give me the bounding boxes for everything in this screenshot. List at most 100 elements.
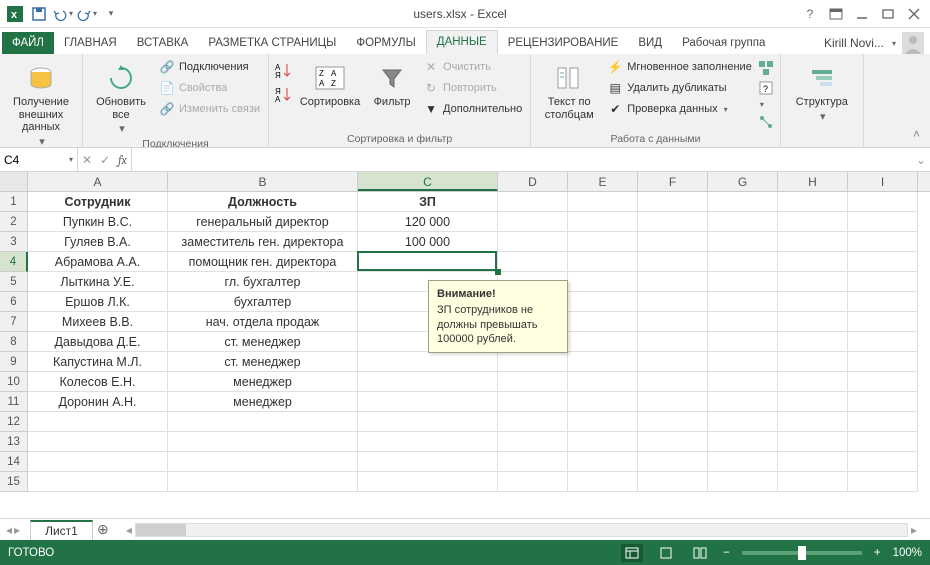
cancel-formula-icon[interactable]: ✕ <box>82 153 92 167</box>
help-icon[interactable]: ? <box>798 3 822 25</box>
cell-D10[interactable] <box>498 372 568 392</box>
cell-F4[interactable] <box>638 252 708 272</box>
cell-G13[interactable] <box>708 432 778 452</box>
zoom-slider[interactable] <box>742 551 862 555</box>
cell-D12[interactable] <box>498 412 568 432</box>
cell-A13[interactable] <box>28 432 168 452</box>
properties-button[interactable]: 📄Свойства <box>157 79 262 97</box>
expand-formula-bar-icon[interactable]: ⌄ <box>912 153 930 167</box>
col-header-F[interactable]: F <box>638 172 708 191</box>
sheet-nav-next-icon[interactable]: ▸ <box>14 523 20 537</box>
cell-B12[interactable] <box>168 412 358 432</box>
sort-desc-button[interactable]: ЯA <box>275 86 293 104</box>
cell-H1[interactable] <box>778 192 848 212</box>
cell-I15[interactable] <box>848 472 918 492</box>
cell-D9[interactable] <box>498 352 568 372</box>
cell-E1[interactable] <box>568 192 638 212</box>
cell-G6[interactable] <box>708 292 778 312</box>
cell-H12[interactable] <box>778 412 848 432</box>
cell-A5[interactable]: Лыткина У.Е. <box>28 272 168 292</box>
cell-G2[interactable] <box>708 212 778 232</box>
cell-F12[interactable] <box>638 412 708 432</box>
cell-D4[interactable] <box>498 252 568 272</box>
remove-duplicates-button[interactable]: ▤Удалить дубликаты <box>605 79 754 97</box>
cell-A15[interactable] <box>28 472 168 492</box>
name-box-dropdown-icon[interactable]: ▾ <box>69 155 73 164</box>
collapse-ribbon-icon[interactable]: ˄ <box>870 123 924 145</box>
col-header-G[interactable]: G <box>708 172 778 191</box>
cell-I7[interactable] <box>848 312 918 332</box>
cell-I12[interactable] <box>848 412 918 432</box>
cell-B13[interactable] <box>168 432 358 452</box>
row-header-9[interactable]: 9 <box>0 352 28 372</box>
row-header-10[interactable]: 10 <box>0 372 28 392</box>
cell-G7[interactable] <box>708 312 778 332</box>
cell-F6[interactable] <box>638 292 708 312</box>
tab-workgroup[interactable]: Рабочая группа <box>672 32 775 54</box>
cell-H8[interactable] <box>778 332 848 352</box>
cell-H15[interactable] <box>778 472 848 492</box>
sheet-nav-prev-icon[interactable]: ◂ <box>6 523 12 537</box>
row-header-4[interactable]: 4 <box>0 252 28 272</box>
view-normal-icon[interactable] <box>621 544 643 562</box>
cell-A4[interactable]: Абрамова А.А. <box>28 252 168 272</box>
col-header-B[interactable]: B <box>168 172 358 191</box>
cell-E13[interactable] <box>568 432 638 452</box>
cell-F13[interactable] <box>638 432 708 452</box>
cell-A8[interactable]: Давыдова Д.Е. <box>28 332 168 352</box>
cell-F3[interactable] <box>638 232 708 252</box>
cell-A7[interactable]: Михеев В.В. <box>28 312 168 332</box>
cell-B8[interactable]: ст. менеджер <box>168 332 358 352</box>
cell-F10[interactable] <box>638 372 708 392</box>
excel-logo-icon[interactable]: x <box>4 3 26 25</box>
consolidate-button[interactable] <box>758 60 774 76</box>
cell-C3[interactable]: 100 000 <box>358 232 498 252</box>
cell-B14[interactable] <box>168 452 358 472</box>
cell-C14[interactable] <box>358 452 498 472</box>
tab-insert[interactable]: ВСТАВКА <box>127 32 199 54</box>
clear-filter-button[interactable]: ✕Очистить <box>421 58 524 76</box>
cell-E10[interactable] <box>568 372 638 392</box>
cell-G9[interactable] <box>708 352 778 372</box>
cell-C15[interactable] <box>358 472 498 492</box>
row-header-8[interactable]: 8 <box>0 332 28 352</box>
cell-C12[interactable] <box>358 412 498 432</box>
select-all-corner[interactable] <box>0 172 28 191</box>
minimize-icon[interactable] <box>850 3 874 25</box>
cell-F1[interactable] <box>638 192 708 212</box>
avatar-icon[interactable] <box>902 32 924 54</box>
cell-B4[interactable]: помощник ген. директора <box>168 252 358 272</box>
row-header-14[interactable]: 14 <box>0 452 28 472</box>
cell-G3[interactable] <box>708 232 778 252</box>
cell-E6[interactable] <box>568 292 638 312</box>
cell-B2[interactable]: генеральный директор <box>168 212 358 232</box>
ribbon-options-icon[interactable] <box>824 3 848 25</box>
grid-body[interactable]: 1СотрудникДолжностьЗП2Пупкин В.С.генерал… <box>0 192 930 518</box>
cell-F8[interactable] <box>638 332 708 352</box>
cell-I14[interactable] <box>848 452 918 472</box>
cell-G14[interactable] <box>708 452 778 472</box>
cell-A6[interactable]: Ершов Л.К. <box>28 292 168 312</box>
get-external-data-button[interactable]: Получение внешних данных▾ <box>6 58 76 149</box>
cell-I6[interactable] <box>848 292 918 312</box>
cell-F11[interactable] <box>638 392 708 412</box>
cell-D2[interactable] <box>498 212 568 232</box>
cell-B9[interactable]: ст. менеджер <box>168 352 358 372</box>
tab-data[interactable]: ДАННЫЕ <box>426 30 498 54</box>
cell-A14[interactable] <box>28 452 168 472</box>
col-header-C[interactable]: C <box>358 172 498 191</box>
filter-button[interactable]: Фильтр <box>367 58 417 109</box>
enter-formula-icon[interactable]: ✓ <box>100 153 110 167</box>
refresh-all-button[interactable]: Обновить все▾ <box>89 58 153 136</box>
cell-E9[interactable] <box>568 352 638 372</box>
sheet-nav[interactable]: ◂ ▸ <box>0 523 26 537</box>
cell-H9[interactable] <box>778 352 848 372</box>
cell-E4[interactable] <box>568 252 638 272</box>
cell-E14[interactable] <box>568 452 638 472</box>
text-to-columns-button[interactable]: Текст по столбцам <box>537 58 601 121</box>
qat-customize-icon[interactable]: ▾ <box>100 3 122 25</box>
cell-A12[interactable] <box>28 412 168 432</box>
tab-file[interactable]: ФАЙЛ <box>2 32 54 54</box>
cell-I9[interactable] <box>848 352 918 372</box>
tab-view[interactable]: ВИД <box>628 32 672 54</box>
